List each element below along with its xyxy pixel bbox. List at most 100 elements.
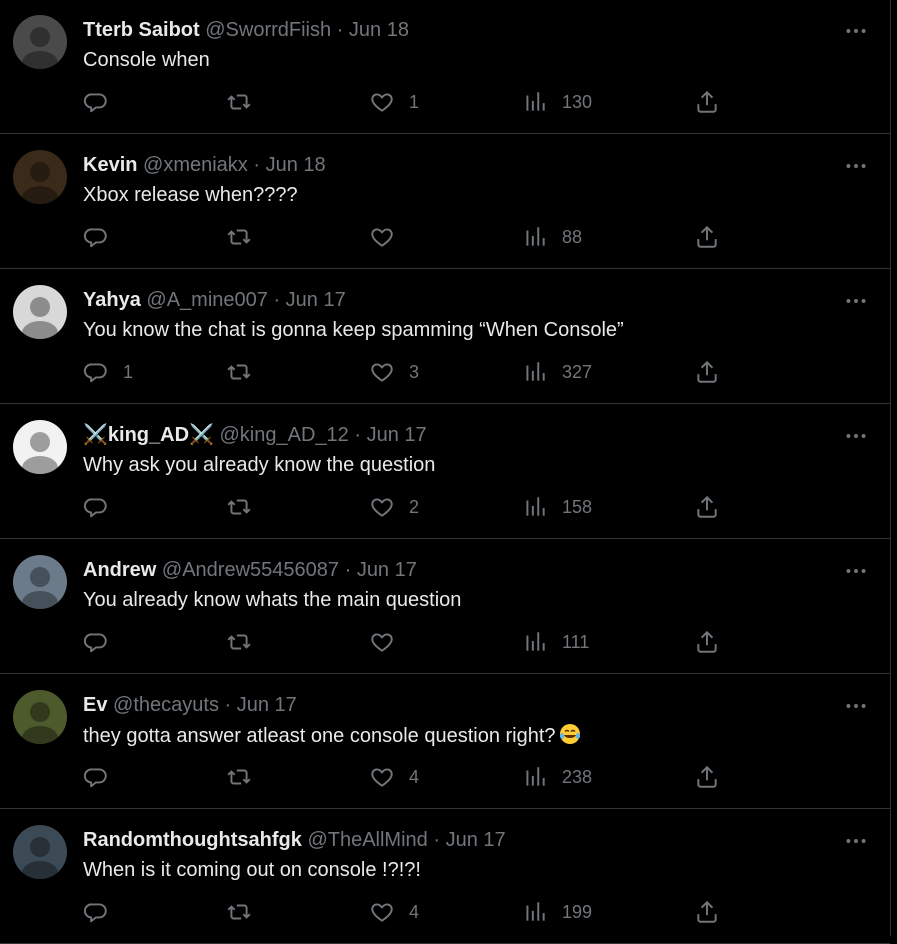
more-icon[interactable] (843, 693, 869, 719)
more-icon[interactable] (843, 558, 869, 584)
views-button[interactable]: 238 (522, 763, 592, 791)
tweet[interactable]: Kevin @xmeniakx · Jun 18 Xbox release wh… (0, 135, 890, 269)
reply-button[interactable] (83, 628, 123, 656)
user-handle[interactable]: @king_AD_12 (220, 424, 349, 446)
more-icon[interactable] (843, 153, 869, 179)
reply-button[interactable] (83, 88, 123, 116)
tweet[interactable]: Yahya @A_mine007 · Jun 17 You know the c… (0, 270, 890, 404)
like-button[interactable] (369, 223, 409, 251)
display-name[interactable]: Randomthoughtsahfgk (83, 829, 302, 851)
views-button[interactable]: 199 (522, 898, 592, 926)
like-button[interactable]: 4 (369, 898, 419, 926)
views-icon (526, 497, 545, 516)
avatar[interactable] (13, 420, 67, 474)
avatar[interactable] (13, 690, 67, 744)
reply-icon (83, 498, 107, 518)
share-button[interactable] (694, 493, 720, 521)
tweet-text: Why ask you already know the question (83, 454, 436, 476)
avatar[interactable] (13, 825, 67, 879)
tweet-text: You know the chat is gonna keep spamming… (83, 319, 624, 341)
like-count: 3 (409, 361, 420, 382)
tweet-header: Tterb Saibot @SworrdFiish · Jun 18 (83, 17, 409, 43)
avatar[interactable] (13, 285, 67, 339)
display-name[interactable]: ⚔️king_AD⚔️ (83, 424, 214, 446)
share-button[interactable] (694, 88, 720, 116)
display-name[interactable]: Ev (83, 694, 107, 716)
like-icon (371, 363, 393, 382)
user-handle[interactable]: @thecayuts (113, 694, 219, 716)
views-button[interactable]: 88 (522, 223, 582, 251)
reply-icon (83, 633, 107, 653)
share-button[interactable] (694, 223, 720, 251)
like-button[interactable]: 3 (369, 358, 419, 386)
views-button[interactable]: 158 (522, 493, 592, 521)
user-handle[interactable]: @TheAllMind (307, 829, 427, 851)
tweet-date[interactable]: Jun 17 (367, 424, 427, 446)
tweet[interactable]: Tterb Saibot @SworrdFiish · Jun 18 Conso… (0, 0, 890, 134)
views-icon (526, 767, 545, 786)
more-icon[interactable] (843, 828, 869, 854)
tears-of-joy-emoji-icon (558, 722, 582, 746)
more-icon[interactable] (843, 18, 869, 44)
reply-button[interactable] (83, 223, 123, 251)
views-button[interactable]: 111 (522, 628, 589, 656)
share-button[interactable] (694, 898, 720, 926)
tweet[interactable]: Ev @thecayuts · Jun 17 they gotta answer… (0, 675, 890, 809)
display-name[interactable]: Yahya (83, 289, 141, 311)
tweet-date[interactable]: Jun 18 (266, 154, 326, 176)
reply-button[interactable] (83, 763, 123, 791)
like-icon (371, 768, 393, 787)
reply-icon (83, 363, 107, 383)
display-name[interactable]: Kevin (83, 154, 137, 176)
more-icon[interactable] (843, 288, 869, 314)
views-button[interactable]: 327 (522, 358, 592, 386)
like-count: 1 (409, 91, 420, 112)
share-button[interactable] (694, 358, 720, 386)
tweet-header: Yahya @A_mine007 · Jun 17 (83, 287, 346, 313)
like-icon (371, 498, 393, 517)
more-icon[interactable] (843, 423, 869, 449)
share-button[interactable] (694, 628, 720, 656)
views-count: 327 (562, 361, 593, 382)
tweet-date[interactable]: Jun 17 (286, 289, 346, 311)
retweet-button[interactable] (226, 358, 266, 386)
views-button[interactable]: 130 (522, 88, 592, 116)
tweet-header: Andrew @Andrew55456087 · Jun 17 (83, 557, 417, 583)
retweet-button[interactable] (226, 898, 266, 926)
display-name[interactable]: Tterb Saibot (83, 19, 200, 41)
like-button[interactable] (369, 628, 409, 656)
display-name[interactable]: Andrew (83, 559, 156, 581)
tweet[interactable]: Andrew @Andrew55456087 · Jun 17 You alre… (0, 540, 890, 674)
like-button[interactable]: 4 (369, 763, 419, 791)
share-icon (697, 900, 717, 923)
share-icon (697, 630, 717, 653)
like-button[interactable]: 1 (369, 88, 419, 116)
tweet-date[interactable]: Jun 17 (446, 829, 506, 851)
user-handle[interactable]: @A_mine007 (146, 289, 267, 311)
user-handle[interactable]: @xmeniakx (143, 154, 248, 176)
tweet-date[interactable]: Jun 17 (237, 694, 297, 716)
reply-icon (83, 228, 107, 248)
retweet-button[interactable] (226, 223, 266, 251)
avatar[interactable] (13, 150, 67, 204)
avatar[interactable] (13, 15, 67, 69)
reply-button[interactable]: 1 (83, 358, 133, 386)
retweet-button[interactable] (226, 628, 266, 656)
retweet-button[interactable] (226, 88, 266, 116)
retweet-button[interactable] (226, 763, 266, 791)
reply-button[interactable] (83, 898, 123, 926)
like-button[interactable]: 2 (369, 493, 419, 521)
tweet-date[interactable]: Jun 17 (357, 559, 417, 581)
share-button[interactable] (694, 763, 720, 791)
tweet-date[interactable]: Jun 18 (349, 19, 409, 41)
user-handle[interactable]: @SworrdFiish (205, 19, 331, 41)
retweet-button[interactable] (226, 493, 266, 521)
user-handle[interactable]: @Andrew55456087 (162, 559, 339, 581)
avatar[interactable] (13, 555, 67, 609)
separator-dot: · (433, 829, 441, 851)
tweet-header: ⚔️king_AD⚔️ @king_AD_12 · Jun 17 (83, 422, 427, 448)
tweet[interactable]: Randomthoughtsahfgk @TheAllMind · Jun 17… (0, 810, 890, 944)
reply-button[interactable] (83, 493, 123, 521)
tweet[interactable]: ⚔️king_AD⚔️ @king_AD_12 · Jun 17 Why ask… (0, 405, 890, 539)
views-count: 130 (562, 91, 593, 112)
